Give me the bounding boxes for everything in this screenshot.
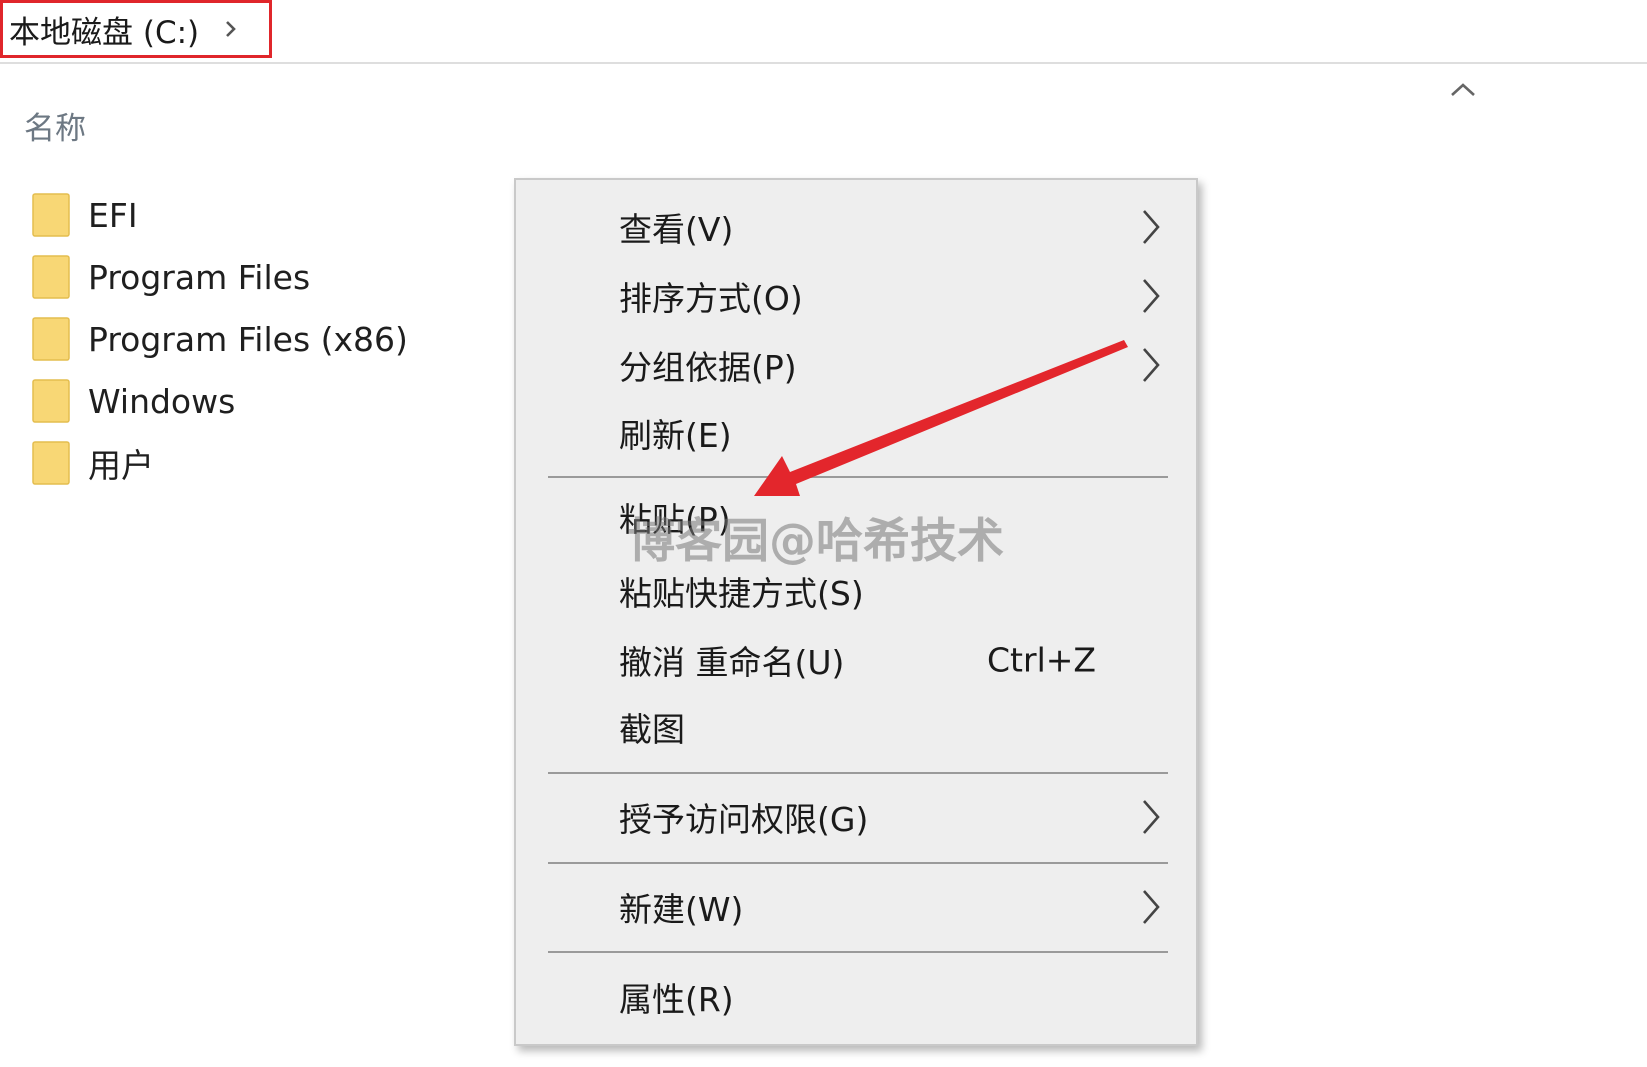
menu-item-give-access[interactable]: 授予访问权限(G) [516,786,1196,848]
folder-icon [32,441,70,485]
menu-item-label: 截图 [619,710,685,749]
menu-item-paste[interactable]: 粘贴(P) [516,486,1196,548]
file-item-program-files-x86[interactable]: Program Files (x86) [32,308,482,370]
breadcrumb[interactable]: 本地磁盘 (C:) [0,0,272,58]
file-name: Windows [88,381,236,421]
context-menu: 查看(V) 排序方式(O) 分组依据(P) 刷新(E) 粘贴(P) 粘贴快捷方式 [514,178,1198,1046]
chevron-right-icon [1143,279,1160,313]
folder-icon [32,255,70,299]
menu-item-undo-rename[interactable]: 撤消 重命名(U) Ctrl+Z [516,629,1196,691]
chevron-right-icon [1143,800,1160,834]
file-list: EFI Program Files Program Files (x86) Wi… [32,184,482,494]
chevron-right-icon[interactable] [223,18,239,40]
menu-item-refresh[interactable]: 刷新(E) [516,402,1196,464]
chevron-up-icon[interactable] [1448,80,1478,100]
menu-separator [548,951,1168,953]
menu-item-view[interactable]: 查看(V) [516,196,1196,258]
column-header-name[interactable]: 名称 [24,103,86,148]
file-item-windows[interactable]: Windows [32,370,482,432]
menu-item-new[interactable]: 新建(W) [516,876,1196,938]
menu-item-screenshot[interactable]: 截图 [516,696,1196,758]
menu-item-label: 属性(R) [619,980,734,1019]
file-item-users[interactable]: 用户 [32,432,482,494]
menu-item-label: 新建(W) [619,890,744,929]
folder-icon [32,379,70,423]
menu-item-label: 刷新(E) [619,416,732,455]
menu-item-label: 粘贴(P) [619,500,731,539]
folder-icon [32,193,70,237]
menu-item-properties[interactable]: 属性(R) [516,966,1196,1028]
menu-item-label: 分组依据(P) [619,348,797,387]
chevron-right-icon [1143,890,1160,924]
breadcrumb-label[interactable]: 本地磁盘 (C:) [9,7,199,52]
menu-separator [548,476,1168,478]
file-name: EFI [88,195,138,235]
file-name: Program Files (x86) [88,319,408,359]
file-name: 用户 [88,446,154,485]
menu-item-label: 粘贴快捷方式(S) [619,574,864,613]
menu-item-group-by[interactable]: 分组依据(P) [516,334,1196,396]
explorer-window: 本地磁盘 (C:) 名称 EFI Program Files Program F… [0,0,1647,1067]
file-item-program-files[interactable]: Program Files [32,246,482,308]
file-item-efi[interactable]: EFI [32,184,482,246]
file-name: Program Files [88,257,311,297]
menu-separator [548,772,1168,774]
menu-item-label: 撤消 重命名(U) [619,643,845,682]
folder-icon [32,317,70,361]
menu-item-paste-shortcut[interactable]: 粘贴快捷方式(S) [516,560,1196,622]
menu-item-shortcut: Ctrl+Z [987,640,1096,680]
menu-item-label: 排序方式(O) [619,279,803,318]
menu-item-label: 授予访问权限(G) [619,800,869,839]
chevron-right-icon [1143,210,1160,244]
menu-item-label: 查看(V) [619,210,734,249]
menu-separator [548,862,1168,864]
chevron-right-icon [1143,348,1160,382]
menu-item-sort-by[interactable]: 排序方式(O) [516,265,1196,327]
address-bar[interactable]: 本地磁盘 (C:) [0,0,1647,64]
